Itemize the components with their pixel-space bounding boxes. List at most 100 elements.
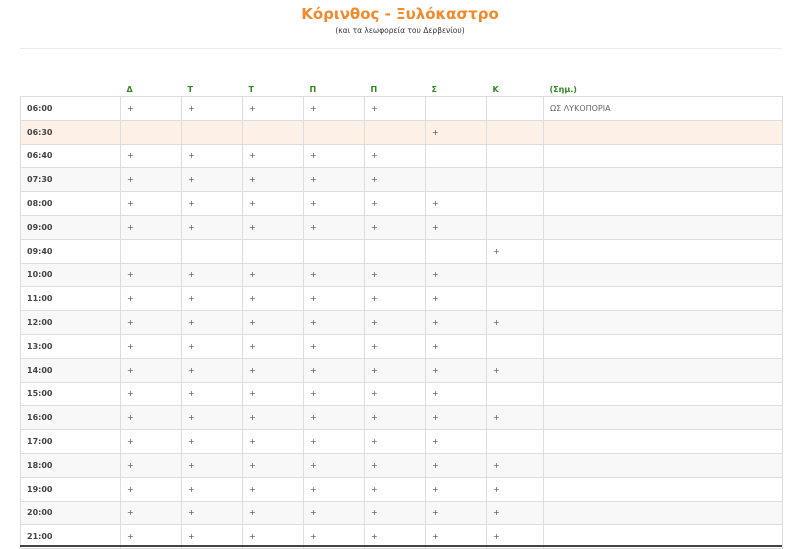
departure-time: 12:00 (20, 310, 121, 335)
day-service-cell: + (486, 238, 544, 264)
table-row: 14:00 + + + + + + + (20, 357, 783, 383)
table-row: 10:00 + + + + + + (20, 262, 783, 288)
note-cell (543, 333, 783, 359)
timetable-body: 06:00 + + + + + ΩΣ ΛΥΚΟΠΟΡΙΑ 06:30 +06:40 + + + + +07… (20, 96, 783, 549)
day-service-cell: + (120, 96, 182, 121)
day-service-cell: + (303, 191, 365, 216)
table-row: 16:00 + + + + + + + (20, 405, 783, 431)
day-service-cell: + (486, 452, 544, 478)
note-cell (543, 429, 783, 454)
day-service-cell: + (242, 143, 304, 169)
day-service-cell: + (242, 476, 304, 502)
page-title: Κόρινθος - Ξυλόκαστρο (301, 5, 499, 23)
day-service-cell: + (364, 191, 426, 216)
day-service-cell: + (425, 214, 487, 240)
departure-time: 11:00 (20, 286, 121, 312)
departure-time: 16:00 (20, 405, 121, 431)
day-service-cell: + (303, 405, 365, 431)
column-header-day: Τ (242, 74, 304, 97)
day-service-cell: + (242, 405, 304, 431)
note-cell (543, 119, 783, 145)
departure-time: 06:30 (20, 119, 121, 145)
day-service-cell: + (120, 429, 182, 454)
timetable-container: Δ Τ Τ Π Π Σ Κ (Σημ.) 06:00 + + + + + ΩΣ ΛΥΚΟΠΟΡΙΑ 06:3… (20, 74, 783, 549)
day-service-cell: + (303, 333, 365, 359)
day-service-cell: + (120, 191, 182, 216)
day-service-cell: + (364, 96, 426, 121)
page-subtitle: (και τα λεωφορεία του Δερβενίου) (335, 26, 465, 35)
day-service-cell: + (364, 405, 426, 431)
day-service-cell (486, 286, 544, 312)
day-service-cell (425, 96, 487, 121)
note-cell (543, 238, 783, 264)
column-header-day: Π (364, 74, 426, 97)
day-service-cell (242, 119, 304, 145)
day-service-cell: + (303, 429, 365, 454)
day-service-cell: + (364, 429, 426, 454)
day-service-cell: + (486, 310, 544, 335)
day-service-cell: + (181, 167, 243, 193)
day-service-cell: + (364, 262, 426, 288)
day-service-cell: + (120, 333, 182, 359)
table-row: 08:00 + + + + + + (20, 191, 783, 216)
day-service-cell: + (303, 214, 365, 240)
day-service-cell: + (120, 310, 182, 335)
day-service-cell: + (425, 357, 487, 383)
day-service-cell: + (486, 405, 544, 431)
day-service-cell: + (242, 167, 304, 193)
timetable: Δ Τ Τ Π Π Σ Κ (Σημ.) 06:00 + + + + + ΩΣ ΛΥΚΟΠΟΡΙΑ 06:3… (20, 74, 783, 549)
day-service-cell: + (120, 405, 182, 431)
day-service-cell: + (425, 262, 487, 288)
day-service-cell: + (242, 286, 304, 312)
day-service-cell: + (303, 310, 365, 335)
day-service-cell: + (486, 357, 544, 383)
day-service-cell: + (181, 143, 243, 169)
day-service-cell (364, 238, 426, 264)
day-service-cell: + (120, 286, 182, 312)
column-header-time (20, 74, 121, 97)
day-service-cell: + (242, 429, 304, 454)
note-cell (543, 262, 783, 288)
day-service-cell (486, 167, 544, 193)
table-row: 09:40 + (20, 238, 783, 264)
day-service-cell (181, 238, 243, 264)
day-service-cell: + (486, 476, 544, 502)
day-service-cell: + (303, 96, 365, 121)
day-service-cell: + (242, 310, 304, 335)
day-service-cell (303, 238, 365, 264)
departure-time: 13:00 (20, 333, 121, 359)
day-service-cell: + (425, 286, 487, 312)
day-service-cell: + (242, 96, 304, 121)
day-service-cell: + (303, 286, 365, 312)
note-cell (543, 286, 783, 312)
day-service-cell: + (181, 381, 243, 407)
column-header-day: Τ (181, 74, 243, 97)
day-service-cell (425, 143, 487, 169)
day-service-cell (364, 119, 426, 145)
day-service-cell: + (364, 452, 426, 478)
day-service-cell: + (242, 452, 304, 478)
day-service-cell: + (303, 476, 365, 502)
day-service-cell (425, 238, 487, 264)
day-service-cell: + (181, 262, 243, 288)
day-service-cell (486, 262, 544, 288)
timetable-header-row: Δ Τ Τ Π Π Σ Κ (Σημ.) (20, 74, 783, 97)
departure-time: 17:00 (20, 429, 121, 454)
day-service-cell: + (242, 214, 304, 240)
day-service-cell: + (364, 333, 426, 359)
day-service-cell: + (364, 381, 426, 407)
day-service-cell (486, 191, 544, 216)
departure-time: 09:00 (20, 214, 121, 240)
table-row: 06:00 + + + + + ΩΣ ΛΥΚΟΠΟΡΙΑ (20, 96, 783, 121)
day-service-cell: + (120, 476, 182, 502)
day-service-cell: + (364, 500, 426, 526)
day-service-cell: + (425, 476, 487, 502)
column-header-day: Σ (425, 74, 487, 97)
note-cell (543, 143, 783, 169)
day-service-cell: + (364, 214, 426, 240)
day-service-cell: + (364, 286, 426, 312)
day-service-cell: + (120, 357, 182, 383)
table-row: 15:00 + + + + + + (20, 381, 783, 407)
day-service-cell: + (303, 381, 365, 407)
day-service-cell: + (425, 381, 487, 407)
